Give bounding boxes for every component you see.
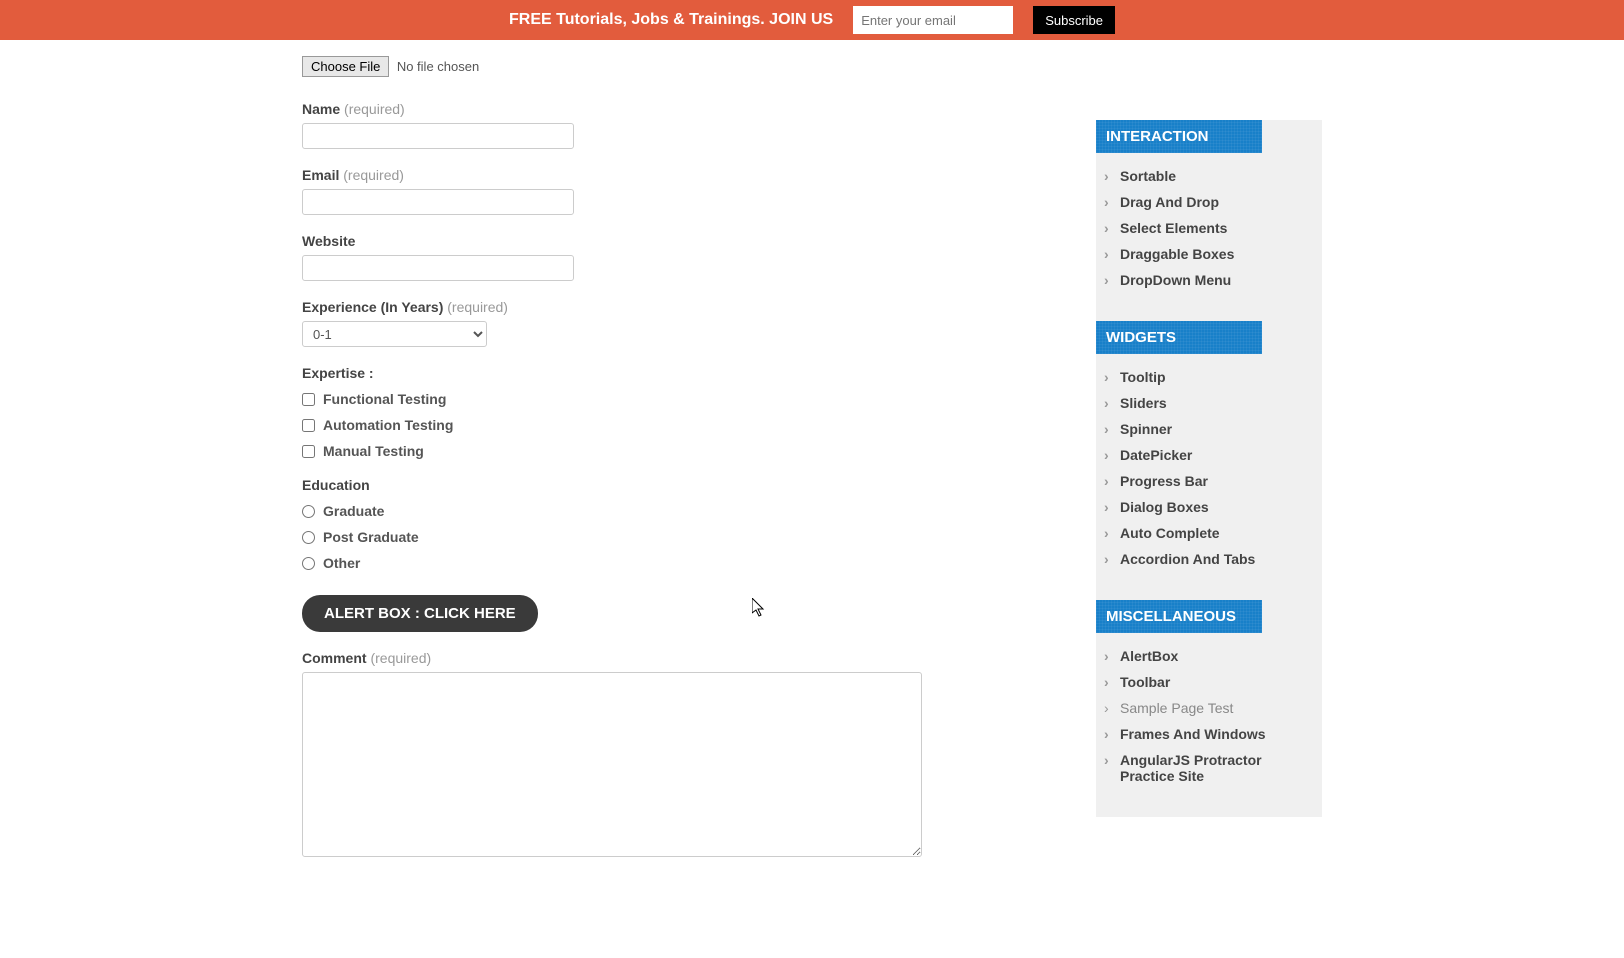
sidebar-header-widgets: WIDGETS (1096, 321, 1262, 354)
sidebar: INTERACTION Sortable Drag And Drop Selec… (1096, 120, 1322, 817)
education-label: Education (302, 477, 1056, 493)
subscribe-button[interactable]: Subscribe (1033, 6, 1115, 34)
comment-textarea[interactable] (302, 672, 922, 857)
email-input[interactable] (302, 189, 574, 215)
graduate-label: Graduate (323, 503, 384, 519)
top-banner: FREE Tutorials, Jobs & Trainings. JOIN U… (0, 0, 1624, 40)
postgraduate-label: Post Graduate (323, 529, 419, 545)
banner-text: FREE Tutorials, Jobs & Trainings. JOIN U… (509, 11, 833, 29)
website-input[interactable] (302, 255, 574, 281)
alert-box-button[interactable]: ALERT BOX : CLICK HERE (302, 595, 538, 632)
sidebar-item-frames-windows[interactable]: Frames And Windows (1104, 721, 1314, 747)
experience-select[interactable]: 0-1 (302, 321, 487, 347)
expertise-label: Expertise : (302, 365, 1056, 381)
functional-testing-label: Functional Testing (323, 391, 446, 407)
sidebar-item-select-elements[interactable]: Select Elements (1104, 215, 1314, 241)
sidebar-item-draggable-boxes[interactable]: Draggable Boxes (1104, 241, 1314, 267)
sidebar-item-angularjs-protractor[interactable]: AngularJS Protractor Practice Site (1104, 747, 1314, 789)
manual-testing-label: Manual Testing (323, 443, 424, 459)
email-label: Email (required) (302, 167, 1056, 183)
other-label: Other (323, 555, 360, 571)
choose-file-button[interactable]: Choose File (302, 56, 389, 77)
sidebar-item-sortable[interactable]: Sortable (1104, 163, 1314, 189)
banner-email-input[interactable] (853, 6, 1013, 34)
automation-testing-label: Automation Testing (323, 417, 453, 433)
manual-testing-checkbox[interactable] (302, 445, 315, 458)
sidebar-item-accordion-tabs[interactable]: Accordion And Tabs (1104, 546, 1314, 572)
other-radio[interactable] (302, 557, 315, 570)
sidebar-item-tooltip[interactable]: Tooltip (1104, 364, 1314, 390)
functional-testing-checkbox[interactable] (302, 393, 315, 406)
sidebar-header-interaction: INTERACTION (1096, 120, 1262, 153)
sidebar-header-misc: MISCELLANEOUS (1096, 600, 1262, 633)
sidebar-item-progress-bar[interactable]: Progress Bar (1104, 468, 1314, 494)
sidebar-item-auto-complete[interactable]: Auto Complete (1104, 520, 1314, 546)
sidebar-item-dialog-boxes[interactable]: Dialog Boxes (1104, 494, 1314, 520)
sidebar-item-drag-and-drop[interactable]: Drag And Drop (1104, 189, 1314, 215)
sidebar-item-spinner[interactable]: Spinner (1104, 416, 1314, 442)
comment-label: Comment (required) (302, 650, 1056, 666)
postgraduate-radio[interactable] (302, 531, 315, 544)
experience-label: Experience (In Years) (required) (302, 299, 1056, 315)
graduate-radio[interactable] (302, 505, 315, 518)
sidebar-item-sample-page-test[interactable]: Sample Page Test (1104, 695, 1314, 721)
file-upload-row: Choose File No file chosen (302, 56, 1056, 77)
sidebar-item-alertbox[interactable]: AlertBox (1104, 643, 1314, 669)
sidebar-item-datepicker[interactable]: DatePicker (1104, 442, 1314, 468)
main-form: Choose File No file chosen Name (require… (302, 48, 1096, 935)
no-file-text: No file chosen (397, 59, 479, 74)
website-label: Website (302, 233, 1056, 249)
automation-testing-checkbox[interactable] (302, 419, 315, 432)
name-input[interactable] (302, 123, 574, 149)
sidebar-item-sliders[interactable]: Sliders (1104, 390, 1314, 416)
sidebar-item-dropdown-menu[interactable]: DropDown Menu (1104, 267, 1314, 293)
name-label: Name (required) (302, 101, 1056, 117)
sidebar-item-toolbar[interactable]: Toolbar (1104, 669, 1314, 695)
